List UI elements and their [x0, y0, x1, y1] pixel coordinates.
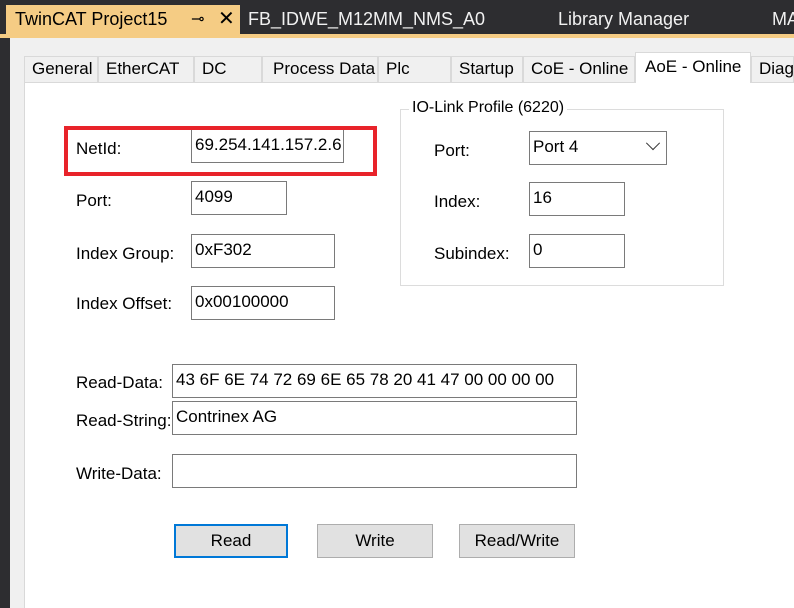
iolink-port-value: Port 4 [533, 137, 579, 156]
iolink-port-select[interactable]: Port 4 [529, 131, 667, 165]
doc-tab-label: FB_IDWE_M12MM_NMS_A0 [248, 9, 486, 29]
tab-label: EtherCAT [106, 59, 180, 78]
tab-dc[interactable]: DC [194, 56, 262, 82]
tab-coe-online[interactable]: CoE - Online [523, 56, 635, 82]
chevron-down-icon [645, 136, 661, 151]
index-offset-label: Index Offset: [76, 294, 173, 313]
tab-label: Process Data [273, 59, 376, 78]
iolink-group-title: IO-Link Profile (6220) [409, 99, 568, 117]
iolink-subindex-input[interactable]: 0 [529, 234, 625, 268]
tab-label: Startup [459, 59, 514, 78]
port-label: Port: [76, 191, 112, 210]
tab-ethercat[interactable]: EtherCAT [98, 56, 194, 82]
tab-label: AoE - Online [645, 57, 742, 76]
editor-content: General EtherCAT DC Process Data Plc Sta… [10, 38, 794, 608]
iolink-index-label: Index: [434, 192, 481, 211]
netid-highlight-box [64, 126, 377, 176]
document-tab-strip: TwinCAT Project15 ⊸ ✕ FB_IDWE_M12MM_NMS_… [0, 0, 794, 37]
tab-label: Plc [386, 59, 410, 78]
write-data-input[interactable] [172, 454, 577, 488]
doc-tab-overflow[interactable]: MA [772, 5, 794, 34]
tab-label: General [32, 59, 93, 78]
index-group-input[interactable]: 0xF302 [191, 234, 335, 268]
doc-tab-fb-idwe[interactable]: FB_IDWE_M12MM_NMS_A0 [248, 5, 485, 34]
read-write-button[interactable]: Read/Write [459, 524, 575, 558]
doc-tab-label: Library Manager [558, 9, 690, 29]
read-button[interactable]: Read [174, 524, 288, 558]
port-input[interactable]: 4099 [191, 181, 287, 215]
tab-label: CoE - Online [531, 59, 629, 78]
read-string-label: Read-String: [76, 411, 172, 430]
write-button[interactable]: Write [317, 524, 433, 558]
tab-label: Diag [759, 59, 794, 78]
read-data-input[interactable]: 43 6F 6E 74 72 69 6E 65 78 20 41 47 00 0… [172, 364, 577, 398]
tab-plc[interactable]: Plc [378, 56, 451, 82]
doc-tab-twincat-project[interactable]: TwinCAT Project15 ⊸ ✕ [6, 5, 240, 34]
iolink-index-input[interactable]: 16 [529, 182, 625, 216]
tab-aoe-online[interactable]: AoE - Online [635, 52, 751, 83]
read-data-label: Read-Data: [76, 373, 163, 392]
tab-process-data[interactable]: Process Data [262, 56, 378, 82]
doc-tab-library-manager[interactable]: Library Manager [558, 5, 689, 34]
pin-icon[interactable]: ⊸ [191, 5, 204, 34]
tab-general[interactable]: General [24, 56, 98, 82]
doc-tab-label: MA [772, 9, 794, 29]
index-offset-input[interactable]: 0x00100000 [191, 286, 335, 320]
close-icon[interactable]: ✕ [218, 5, 235, 34]
aoe-online-panel: NetId: 69.254.141.157.2.6 Port: 4099 Ind… [24, 82, 794, 608]
doc-tab-label: TwinCAT Project15 [15, 9, 168, 29]
property-tabs: General EtherCAT DC Process Data Plc Sta… [24, 52, 794, 83]
iolink-subindex-label: Subindex: [434, 244, 510, 263]
write-data-label: Write-Data: [76, 464, 162, 483]
read-string-input[interactable]: Contrinex AG [172, 401, 577, 435]
tab-diag[interactable]: Diag [751, 56, 794, 82]
tab-startup[interactable]: Startup [451, 56, 523, 82]
index-group-label: Index Group: [76, 244, 175, 263]
iolink-port-label: Port: [434, 141, 470, 160]
tab-label: DC [202, 59, 227, 78]
